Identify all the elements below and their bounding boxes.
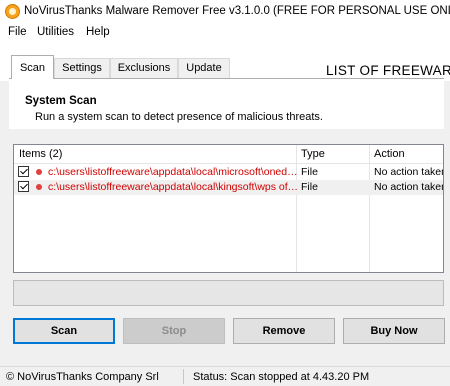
results-list[interactable]: Items (2) Type Action c:\users\listoffre… [13, 144, 444, 273]
tab-exclusions[interactable]: Exclusions [110, 58, 178, 78]
menu-utilities[interactable]: Utilities [37, 26, 74, 38]
table-row[interactable]: c:\users\listoffreeware\appdata\local\mi… [14, 165, 443, 180]
status-bar: © NoVirusThanks Company Srl Status: Scan… [0, 366, 450, 386]
tab-strip: Scan Settings Exclusions Update LIST OF … [0, 43, 450, 81]
status-divider [183, 369, 184, 384]
item-path: c:\users\listoffreeware\appdata\local\mi… [48, 166, 298, 178]
window-title: NoVirusThanks Malware Remover Free v3.1.… [24, 5, 450, 17]
tab-update[interactable]: Update [178, 58, 230, 78]
menu-help[interactable]: Help [86, 26, 110, 38]
column-action[interactable]: Action [374, 148, 405, 160]
status-message: Status: Scan stopped at 4.43.20 PM [193, 371, 370, 383]
column-items[interactable]: Items (2) [19, 148, 62, 160]
list-header: Items (2) Type Action [14, 145, 443, 164]
app-shield-icon [5, 4, 20, 19]
remove-button[interactable]: Remove [233, 318, 335, 344]
company-label: © NoVirusThanks Company Srl [6, 371, 159, 383]
item-action: No action taken [374, 181, 444, 193]
item-path: c:\users\listoffreeware\appdata\local\ki… [48, 181, 298, 193]
brand-watermark: LIST OF FREEWARE [326, 63, 450, 78]
menu-bar: File Utilities Help [0, 23, 450, 43]
row-checkbox[interactable] [18, 166, 29, 177]
item-type: File [301, 166, 318, 178]
panel-description: Run a system scan to detect presence of … [35, 111, 323, 123]
menu-file[interactable]: File [8, 26, 27, 38]
tab-baseline [9, 78, 444, 79]
item-action: No action taken [374, 166, 444, 178]
scan-header-panel: System Scan Run a system scan to detect … [9, 81, 444, 129]
threat-dot-icon [36, 184, 42, 190]
panel-title: System Scan [25, 95, 97, 107]
buy-now-button[interactable]: Buy Now [343, 318, 445, 344]
item-type: File [301, 181, 318, 193]
column-type[interactable]: Type [301, 148, 325, 160]
threat-dot-icon [36, 169, 42, 175]
stop-button[interactable]: Stop [123, 318, 225, 344]
title-bar: NoVirusThanks Malware Remover Free v3.1.… [0, 0, 450, 23]
tab-scan[interactable]: Scan [11, 55, 54, 79]
row-checkbox[interactable] [18, 181, 29, 192]
table-row[interactable]: c:\users\listoffreeware\appdata\local\ki… [14, 180, 443, 195]
scan-button[interactable]: Scan [13, 318, 115, 344]
tab-settings[interactable]: Settings [54, 58, 110, 78]
scan-progress-bar [13, 280, 444, 306]
